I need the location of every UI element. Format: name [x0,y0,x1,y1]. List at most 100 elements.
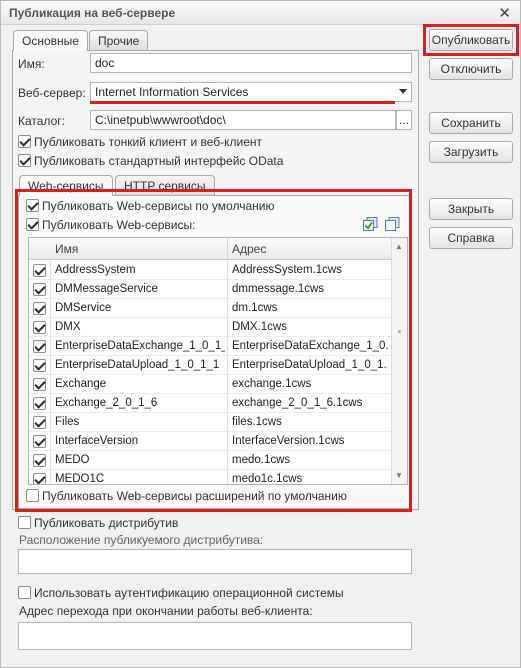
row-name: EnterpriseDataUpload_1_0_1_1 [55,359,220,371]
row-checkbox[interactable] [33,302,46,315]
cell-divider [227,394,228,413]
cell-divider [227,375,228,394]
cell-divider [227,318,228,337]
row-check-cell [29,337,51,356]
row-checkbox[interactable] [33,264,46,277]
row-checkbox[interactable] [33,283,46,296]
publish-distrib-label: Публиковать дистрибутив [34,516,179,530]
table-row[interactable]: Exchange_2_0_1_6 exchange_2_0_1_6.1cws [29,394,391,413]
odata-checkbox[interactable] [18,154,31,167]
row-checkbox[interactable] [33,359,46,372]
row-checkbox[interactable] [33,473,46,484]
scroll-up-icon[interactable]: ▲ [395,242,403,251]
column-name-header[interactable]: Имя [55,242,78,256]
row-checkbox[interactable] [33,397,46,410]
publish-button[interactable]: Опубликовать [429,29,513,51]
row-checkbox[interactable] [33,454,46,467]
tab-other[interactable]: Прочие [89,30,149,50]
row-check-cell [29,318,51,337]
web-server-label: Веб-сервер: [18,86,86,100]
row-checkbox[interactable] [33,340,46,353]
table-row[interactable]: AddressSystem AddressSystem.1cws [29,261,391,280]
catalog-label: Каталог: [18,114,65,128]
row-address: medo1c.1cws [232,473,303,485]
header-divider [227,238,228,260]
table-row[interactable]: Files files.1cws [29,413,391,432]
web-server-select[interactable]: Internet Information Services [90,82,412,102]
row-address: medo.1cws [232,454,291,466]
row-name: MEDO [55,454,90,466]
tab-main[interactable]: Основные [13,30,88,51]
redirect-label: Адрес перехода при окончании работы веб-… [19,604,313,618]
cell-divider [227,337,228,356]
table-row[interactable]: MEDO1C medo1c.1cws [29,470,391,485]
table-row[interactable]: Exchange exchange.1cws [29,375,391,394]
table-row[interactable]: DMX DMX.1cws [29,318,391,337]
thin-client-label: Публиковать тонкий клиент и веб-клиент [34,135,263,149]
publish-distrib-checkbox[interactable] [18,516,31,529]
os-auth-checkbox[interactable] [18,586,31,599]
table-row[interactable]: EnterpriseDataExchange_1_0_1_1 Enterprise… [29,337,391,356]
extensions-web-services-checkbox[interactable] [26,489,39,502]
row-checkbox[interactable] [33,416,46,429]
uncheck-all-icon[interactable] [385,217,400,231]
vertical-scrollbar[interactable]: ▲ ▼ [391,238,407,484]
row-address: DMX.1cws [232,321,287,333]
default-web-services-label: Публиковать Web-сервисы по умолчанию [42,199,275,213]
row-address: exchange.1cws [232,378,312,390]
row-address: files.1cws [232,416,282,428]
window-title: Публикация на веб-сервере [9,6,176,20]
chevron-down-icon[interactable] [399,89,407,94]
name-input[interactable]: doc [90,53,412,73]
close-icon[interactable]: ✕ [498,4,511,22]
web-server-value: Internet Information Services [95,85,249,99]
extensions-web-services-label: Публиковать Web-сервисы расширений по ум… [42,489,347,503]
row-name: EnterpriseDataExchange_1_0_1_1 [55,340,225,352]
row-name: DMService [55,302,112,314]
default-web-services-checkbox[interactable] [26,199,39,212]
column-address-header[interactable]: Адрес [232,242,266,256]
row-checkbox[interactable] [33,321,46,334]
cell-divider [227,432,228,451]
table-row[interactable]: DMService dm.1cws [29,299,391,318]
row-check-cell [29,261,51,280]
row-check-cell [29,280,51,299]
cell-divider [227,470,228,484]
web-services-table[interactable]: Имя Адрес AddressSystem AddressSystem.1cw… [28,237,408,485]
row-name: AddressSystem [55,264,136,276]
row-name: InterfaceVersion [55,435,139,447]
row-name: DMX [55,321,81,333]
publish-dialog: Публикация на веб-сервере ✕ Основные Про… [0,0,521,668]
odata-label: Публиковать стандартный интерфейс OData [34,154,284,168]
load-button[interactable]: Загрузить [429,141,513,163]
close-button[interactable]: Закрыть [429,198,513,220]
table-row[interactable]: DMMessageService dmmessage.1cws [29,280,391,299]
scroll-down-icon[interactable]: ▼ [395,471,403,480]
thin-client-checkbox[interactable] [18,135,31,148]
row-checkbox[interactable] [33,435,46,448]
cell-divider [227,299,228,318]
row-address: EnterpriseDataExchange_1_0... [232,340,388,352]
catalog-input[interactable]: C:\inetpub\wwwroot\doc\ [90,110,396,130]
table-row[interactable]: MEDO medo.1cws [29,451,391,470]
tab-http-services[interactable]: HTTP сервисы [115,175,215,195]
save-button[interactable]: Сохранить [429,112,513,134]
row-check-cell [29,299,51,318]
table-row[interactable]: EnterpriseDataUpload_1_0_1_1 EnterpriseDa… [29,356,391,375]
check-all-icon[interactable] [363,217,378,231]
os-auth-label: Использовать аутентификацию операционной… [34,586,344,600]
row-check-cell [29,356,51,375]
table-row[interactable]: InterfaceVersion InterfaceVersion.1cws [29,432,391,451]
unpublish-button[interactable]: Отключить [429,58,513,80]
name-label: Имя: [18,57,45,71]
row-name: Files [55,416,80,428]
distrib-location-input[interactable] [18,549,412,574]
publish-web-services-checkbox[interactable] [26,218,39,231]
row-check-cell [29,432,51,451]
redirect-input[interactable] [18,622,412,650]
help-button[interactable]: Справка [429,227,513,249]
row-checkbox[interactable] [33,378,46,391]
browse-button[interactable]: ... [396,110,412,130]
tab-web-services[interactable]: Web-сервисы [19,175,113,196]
scroll-thumb[interactable] [398,330,401,333]
